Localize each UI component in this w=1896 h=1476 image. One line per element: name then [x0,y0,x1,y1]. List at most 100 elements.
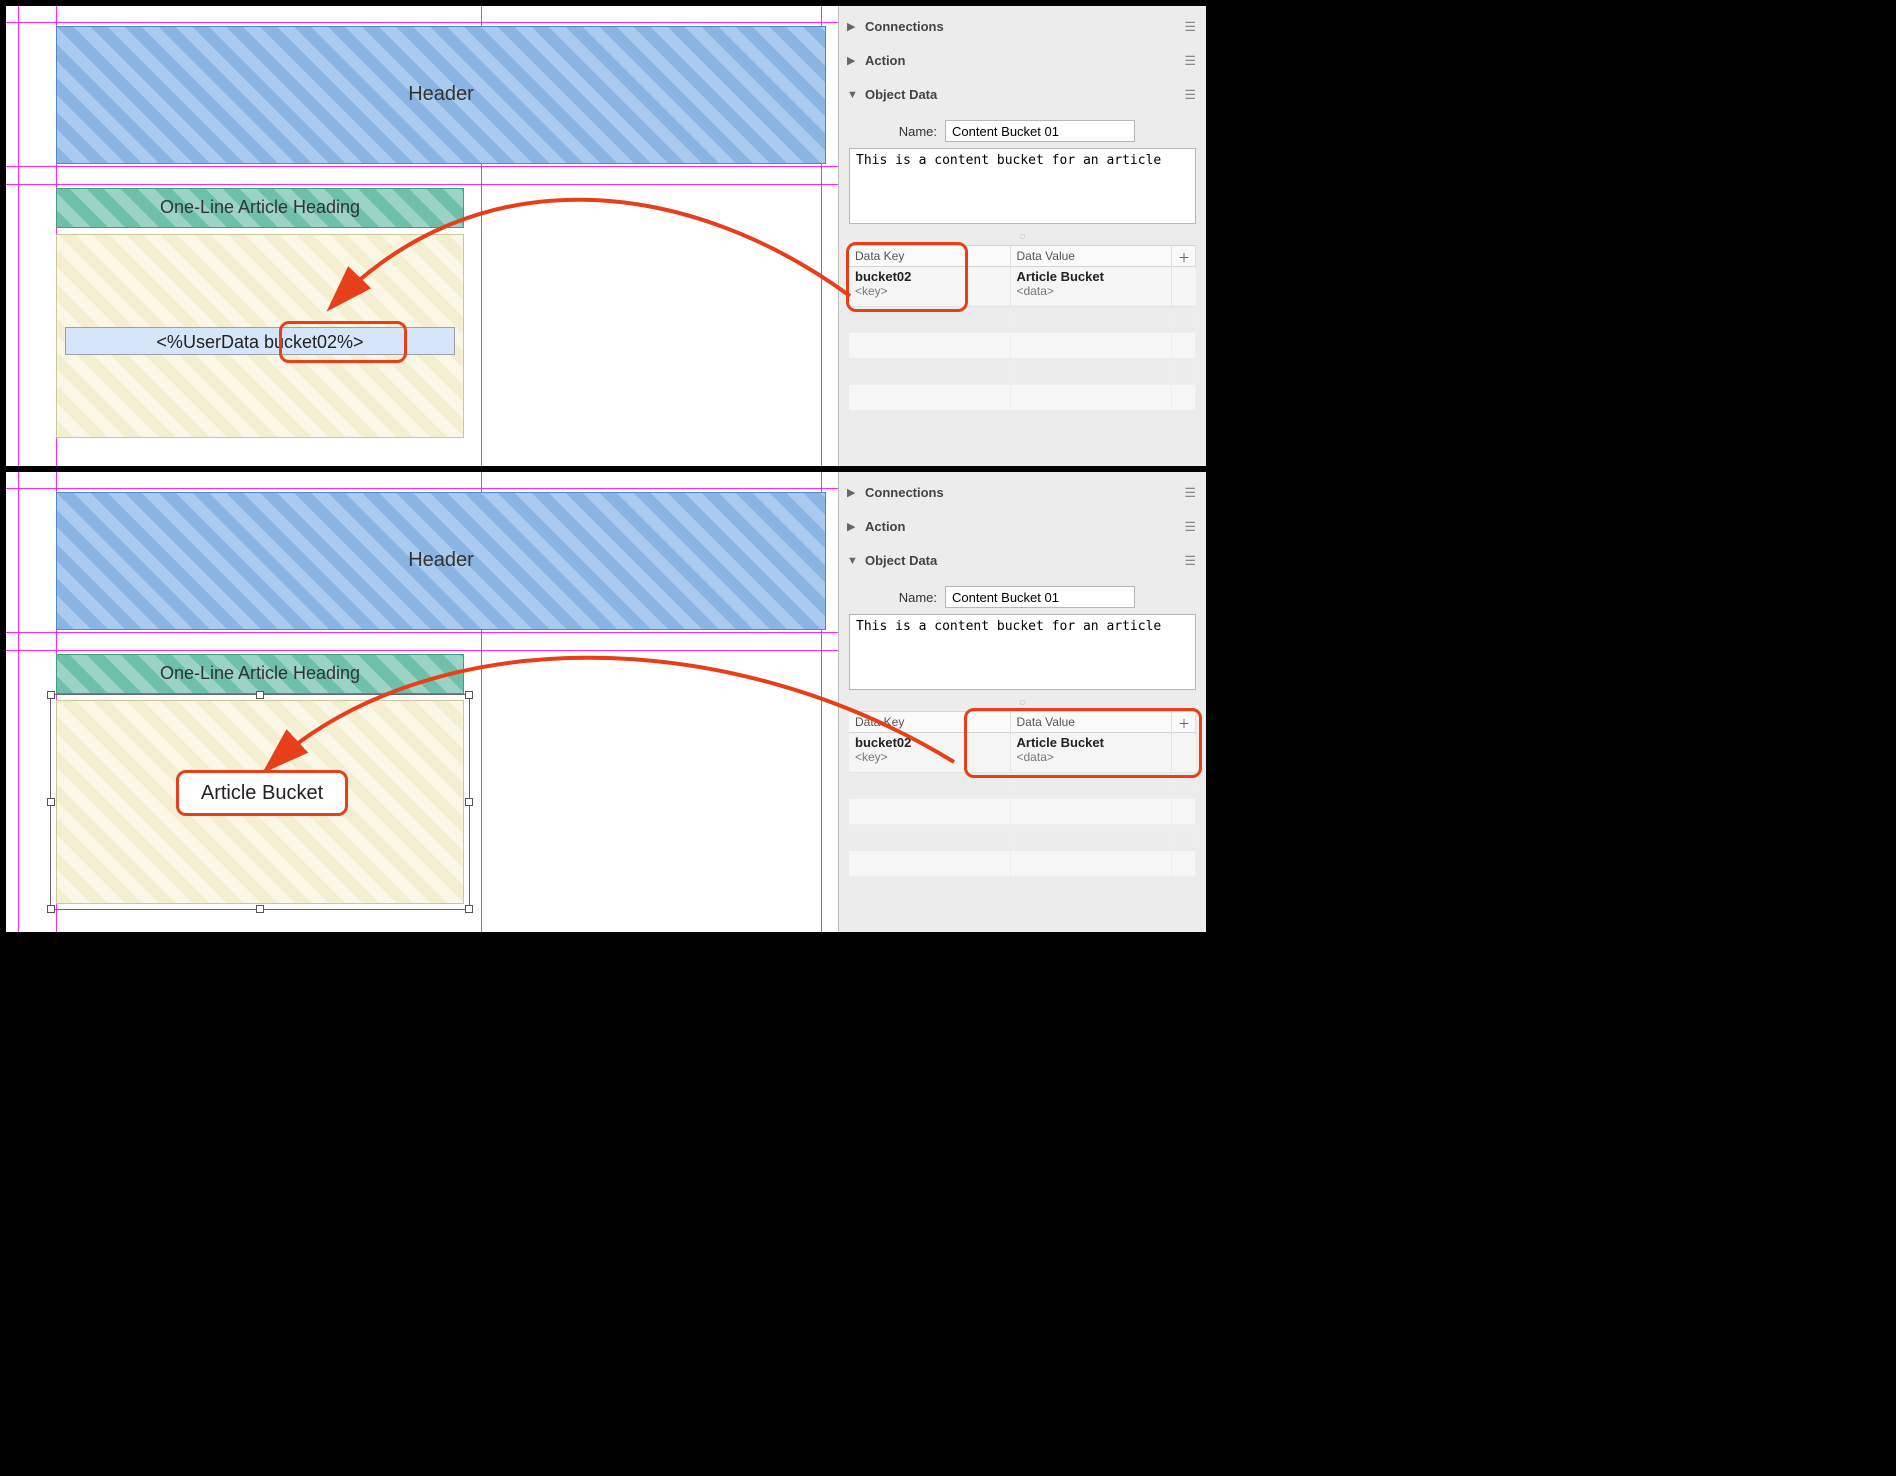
inspector-section-action[interactable]: ▶ Action ☰ [839,510,1206,544]
object-data-body: Name: ○ Data Key Data Value ＋ bucket02 <… [839,578,1206,877]
section-title: Action [865,53,1178,68]
disclosure-down-icon: ▼ [847,555,859,567]
section-menu-icon[interactable]: ☰ [1184,485,1196,501]
selection-handle[interactable] [256,905,264,913]
col-head-value: Data Value [1011,246,1173,269]
disclosure-right-icon: ▶ [847,54,859,67]
col-head-value: Data Value [1011,712,1173,735]
cell-key: bucket02 <key> [849,733,1011,772]
table-row-empty [849,307,1196,333]
content-slot-key: bucket02 [264,332,337,352]
guide-horizontal[interactable] [6,166,838,167]
disclosure-right-icon: ▶ [847,20,859,33]
notes-field[interactable] [849,148,1196,224]
placeholder-header-label: Header [57,549,825,572]
guide-vertical[interactable] [18,6,19,466]
data-key-type: <key> [855,284,1004,298]
section-title: Object Data [865,553,1178,568]
data-value: Article Bucket [1017,735,1166,750]
section-title: Connections [865,485,1178,500]
placeholder-content-frame[interactable]: <%UserData bucket02%> [56,234,464,438]
resize-grip-icon[interactable]: ○ [849,227,1196,243]
table-row-empty [849,385,1196,411]
table-row-empty [849,851,1196,877]
guide-horizontal[interactable] [6,22,838,23]
inspector-section-object-data[interactable]: ▼ Object Data ☰ [839,78,1206,112]
content-slot-prefix: <%UserData [156,332,264,352]
guide-horizontal[interactable] [6,488,838,489]
data-table: Data Key Data Value ＋ bucket02 <key> Art… [849,245,1196,411]
data-key: bucket02 [855,269,1004,284]
placeholder-heading-frame[interactable]: One-Line Article Heading [56,654,464,694]
section-menu-icon[interactable]: ☰ [1184,553,1196,569]
placeholder-header-frame[interactable]: Header [56,26,826,164]
col-head-key: Data Key [849,712,1011,735]
name-field[interactable] [945,120,1135,142]
notes-field[interactable] [849,614,1196,690]
data-key: bucket02 [855,735,1004,750]
data-key-type: <key> [855,750,1004,764]
guide-horizontal[interactable] [6,650,838,651]
resize-grip-icon[interactable]: ○ [849,693,1196,709]
selection-handle[interactable] [465,798,473,806]
selection-handle[interactable] [47,905,55,913]
name-label: Name: [849,124,937,139]
placeholder-header-label: Header [57,83,825,106]
data-table-header: Data Key Data Value ＋ [849,245,1196,267]
section-menu-icon[interactable]: ☰ [1184,19,1196,35]
placeholder-heading-frame[interactable]: One-Line Article Heading [56,188,464,228]
selection-handle[interactable] [47,798,55,806]
disclosure-right-icon: ▶ [847,486,859,499]
name-label: Name: [849,590,937,605]
section-title: Object Data [865,87,1178,102]
data-value-type: <data> [1017,750,1166,764]
selection-handle[interactable] [465,691,473,699]
inspector-section-object-data[interactable]: ▼ Object Data ☰ [839,544,1206,578]
inspector-section-connections[interactable]: ▶ Connections ☰ [839,476,1206,510]
placeholder-heading-label: One-Line Article Heading [57,197,463,218]
content-data-slot[interactable]: <%UserData bucket02%> [65,327,455,355]
guide-horizontal[interactable] [6,632,838,633]
disclosure-right-icon: ▶ [847,520,859,533]
inspector-panel: ▶ Connections ☰ ▶ Action ☰ ▼ Object Data… [838,6,1206,466]
data-value-type: <data> [1017,284,1166,298]
section-title: Connections [865,19,1178,34]
add-row-button[interactable]: ＋ [1172,712,1196,735]
inspector-section-action[interactable]: ▶ Action ☰ [839,44,1206,78]
cell-value: Article Bucket <data> [1011,267,1173,306]
table-row-empty [849,333,1196,359]
canvas-area[interactable]: Header One-Line Article Heading Article … [6,472,838,932]
name-field[interactable] [945,586,1135,608]
app-window-after: Header One-Line Article Heading Article … [6,472,1206,932]
inspector-section-connections[interactable]: ▶ Connections ☰ [839,10,1206,44]
object-data-body: Name: ○ Data Key Data Value ＋ bucket02 <… [839,112,1206,411]
table-row[interactable]: bucket02 <key> Article Bucket <data> [849,267,1196,307]
placeholder-header-frame[interactable]: Header [56,492,826,630]
table-row-empty [849,773,1196,799]
section-menu-icon[interactable]: ☰ [1184,53,1196,69]
selection-handle[interactable] [465,905,473,913]
col-head-key: Data Key [849,246,1011,269]
canvas-area[interactable]: Header One-Line Article Heading <%UserDa… [6,6,838,466]
cell-key: bucket02 <key> [849,267,1011,306]
section-title: Action [865,519,1178,534]
guide-horizontal[interactable] [6,184,838,185]
selection-handle[interactable] [47,691,55,699]
table-row-empty [849,359,1196,385]
guide-vertical[interactable] [18,472,19,932]
disclosure-down-icon: ▼ [847,89,859,101]
data-table: Data Key Data Value ＋ bucket02 <key> Art… [849,711,1196,877]
selection-handle[interactable] [256,691,264,699]
add-row-button[interactable]: ＋ [1172,246,1196,269]
table-row[interactable]: bucket02 <key> Article Bucket <data> [849,733,1196,773]
data-value: Article Bucket [1017,269,1166,284]
table-row-empty [849,799,1196,825]
content-slot-suffix: %> [337,332,364,352]
data-table-header: Data Key Data Value ＋ [849,711,1196,733]
result-text: Article Bucket [176,770,348,816]
cell-value: Article Bucket <data> [1011,733,1173,772]
placeholder-heading-label: One-Line Article Heading [57,663,463,684]
app-window-before: Header One-Line Article Heading <%UserDa… [6,6,1206,466]
section-menu-icon[interactable]: ☰ [1184,519,1196,535]
section-menu-icon[interactable]: ☰ [1184,87,1196,103]
